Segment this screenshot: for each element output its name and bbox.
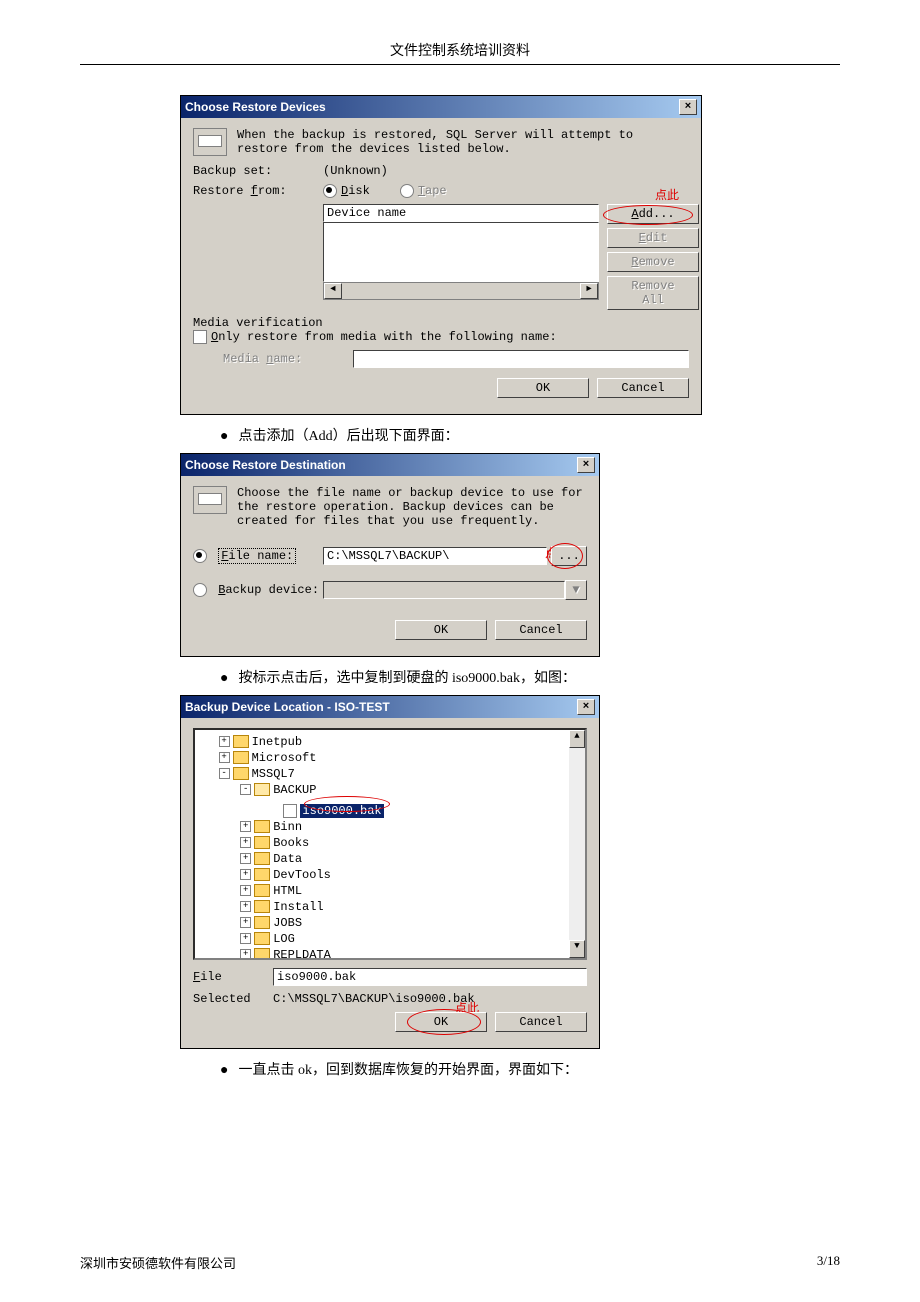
dialog-info: When the backup is restored, SQL Server … <box>237 128 689 156</box>
page-header: 文件控制系统培训资料 <box>80 40 840 65</box>
dialog-title: Backup Device Location - ISO-TEST <box>185 700 390 714</box>
tree-item[interactable]: +Data <box>197 851 583 867</box>
only-restore-checkbox[interactable] <box>193 330 207 344</box>
radio-file[interactable] <box>193 549 207 563</box>
cancel-button[interactable]: Cancel <box>495 1012 587 1032</box>
cancel-button[interactable]: Cancel <box>597 378 689 398</box>
ok-button[interactable]: OK <box>395 620 487 640</box>
close-icon[interactable]: × <box>679 99 697 115</box>
tree-item[interactable]: +Inetpub <box>197 734 583 750</box>
file-label: File <box>193 970 273 984</box>
tree-item[interactable]: +REPLDATA <box>197 947 583 960</box>
drive-icon <box>193 486 227 514</box>
tree-item[interactable]: -BACKUP <box>197 782 583 798</box>
tree-item[interactable]: +Binn <box>197 819 583 835</box>
drive-icon <box>193 128 227 156</box>
backup-set-label: Backup set: <box>193 164 323 178</box>
backup-set-value: (Unknown) <box>323 164 388 178</box>
cancel-button[interactable]: Cancel <box>495 620 587 640</box>
restore-from-label: Restore from: <box>193 184 323 198</box>
tree-item[interactable]: +LOG <box>197 931 583 947</box>
bullet-2: 按标示点击后，选中复制到硬盘的 iso9000.bak，如图： <box>220 667 840 687</box>
device-list[interactable] <box>323 222 599 282</box>
backup-device-location-dialog: Backup Device Location - ISO-TEST × +Ine… <box>180 695 600 1049</box>
choose-restore-destination-dialog: Choose Restore Destination × Choose the … <box>180 453 600 657</box>
callout-ring <box>603 205 693 225</box>
tree-item[interactable]: -MSSQL7 <box>197 766 583 782</box>
callout-ring <box>407 1009 481 1035</box>
callout-ring <box>547 543 583 569</box>
tree-item[interactable]: +Install <box>197 899 583 915</box>
media-name-input[interactable] <box>353 350 689 368</box>
radio-tape[interactable] <box>400 184 414 198</box>
titlebar[interactable]: Choose Restore Destination × <box>181 454 599 476</box>
tree-item[interactable]: +JOBS <box>197 915 583 931</box>
media-verification-label: Media verification <box>193 316 689 330</box>
remove-all-button[interactable]: Remove All <box>607 276 699 310</box>
file-name-input[interactable]: C:\MSSQL7\BACKUP\ <box>323 547 547 565</box>
backup-device-combo[interactable] <box>323 581 565 599</box>
dialog-title: Choose Restore Devices <box>185 100 326 114</box>
tree-item[interactable]: +DevTools <box>197 867 583 883</box>
file-input[interactable]: iso9000.bak <box>273 968 587 986</box>
close-icon[interactable]: × <box>577 457 595 473</box>
only-restore-label: Only restore from media with the followi… <box>211 330 557 344</box>
v-scrollbar[interactable]: ▲ ▼ <box>569 730 585 958</box>
close-icon[interactable]: × <box>577 699 595 715</box>
footer-left: 深圳市安硕德软件有限公司 <box>80 1256 236 1271</box>
dropdown-icon[interactable]: ▼ <box>565 580 587 600</box>
ok-button[interactable]: OK <box>497 378 589 398</box>
bullet-1: 点击添加（Add）后出现下面界面： <box>220 425 840 445</box>
footer-right: 3/18 <box>817 1253 840 1269</box>
selected-value: C:\MSSQL7\BACKUP\iso9000.bak <box>273 992 587 1006</box>
titlebar[interactable]: Choose Restore Devices × <box>181 96 701 118</box>
scroll-right-icon[interactable]: ► <box>580 283 598 299</box>
choose-restore-devices-dialog: Choose Restore Devices × When the backup… <box>180 95 702 415</box>
scroll-left-icon[interactable]: ◄ <box>324 283 342 299</box>
radio-disk[interactable] <box>323 184 337 198</box>
scroll-down-icon[interactable]: ▼ <box>569 940 585 958</box>
bullet-3: 一直点击 ok，回到数据库恢复的开始界面，界面如下： <box>220 1059 840 1079</box>
edit-button[interactable]: Edit <box>607 228 699 248</box>
media-name-label: Media name: <box>193 352 353 366</box>
dialog-info: Choose the file name or backup device to… <box>237 486 587 528</box>
backup-device-label[interactable]: Backup device: <box>218 583 319 597</box>
dialog-title: Choose Restore Destination <box>185 458 346 472</box>
tree-item[interactable]: +Books <box>197 835 583 851</box>
tree-item[interactable]: +HTML <box>197 883 583 899</box>
scroll-up-icon[interactable]: ▲ <box>569 730 585 748</box>
device-name-header: Device name <box>323 204 599 222</box>
titlebar[interactable]: Backup Device Location - ISO-TEST × <box>181 696 599 718</box>
callout-add: 点此 <box>655 186 679 203</box>
opt-tape: Tape <box>418 184 447 198</box>
file-name-label[interactable]: File name: <box>218 548 296 564</box>
remove-button[interactable]: Remove <box>607 252 699 272</box>
radio-backup-device[interactable] <box>193 583 207 597</box>
opt-disk[interactable]: Disk <box>341 184 370 198</box>
selected-label: Selected <box>193 992 273 1006</box>
tree-item[interactable]: iso9000.bak <box>197 798 583 819</box>
folder-tree[interactable]: +Inetpub +Microsoft -MSSQL7 -BACKUP iso9… <box>193 728 587 960</box>
tree-item[interactable]: +Microsoft <box>197 750 583 766</box>
h-scrollbar[interactable]: ◄ ► <box>323 282 599 300</box>
scroll-track[interactable] <box>569 748 585 940</box>
